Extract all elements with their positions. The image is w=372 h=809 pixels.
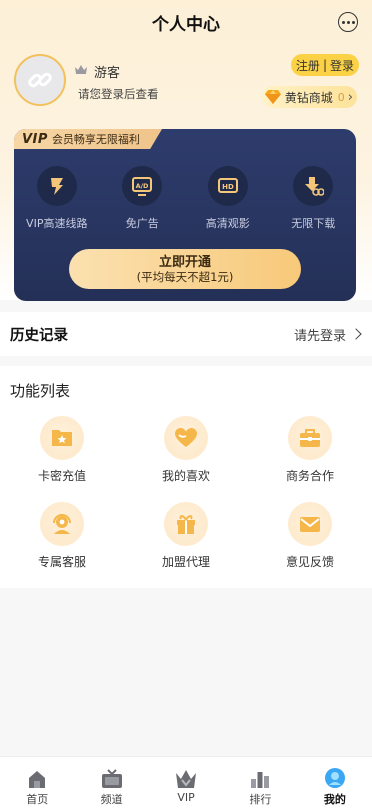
tab-label: VIP [177,791,195,804]
vip-feature-no-ads[interactable]: A/D 免广告 [100,166,186,231]
no-ads-icon: A/D [122,166,163,206]
function-item-label: 专属客服 [37,555,86,569]
tab-label: 排行 [249,793,272,806]
vip-crown-icon [174,765,198,789]
open-vip-button[interactable]: 立即开通 (平均每天不超1元) [69,249,301,289]
download-icon [293,166,334,206]
card-folder-icon [40,416,84,460]
vip-feature-label: 高清观影 [205,217,250,230]
gift-icon [164,502,208,546]
function-grid: 卡密充值 我的喜欢 商务合作 专属客服 加盟代理 意见反馈 [0,416,372,588]
open-vip-label: 立即开通 [158,254,211,270]
bottom-tab-bar: 首页 频道 VIP 排行 我的 [0,756,372,809]
tab-profile[interactable]: 我的 [298,757,372,809]
function-item-favorites[interactable]: 我的喜欢 [124,416,248,502]
function-item-label: 意见反馈 [285,555,334,569]
tab-vip[interactable]: VIP [149,757,223,809]
login-link[interactable]: 登录 [330,57,354,74]
function-item-business[interactable]: 商务合作 [248,416,372,502]
link-icon [28,72,52,88]
function-item-feedback[interactable]: 意见反馈 [248,502,372,588]
function-item-customer-service[interactable]: 专属客服 [0,502,124,588]
vip-feature-label: VIP高速线路 [26,217,88,230]
username: 游客 [94,66,121,81]
fast-line-icon [36,166,77,206]
function-item-label: 我的喜欢 [161,469,210,483]
vip-tag: VIP 会员畅享无限福利 [14,129,162,149]
chevron-right-icon [350,328,362,340]
vip-feature-fast-line[interactable]: VIP高速线路 [14,166,100,231]
auth-button[interactable]: 注册 | 登录 [290,54,359,76]
crown-icon [75,65,87,74]
tab-ranking[interactable]: 排行 [223,757,297,809]
tab-channel[interactable]: 频道 [74,757,148,809]
customer-service-icon [40,502,84,546]
avatar[interactable] [14,54,66,106]
shop-count: 0 [337,90,345,104]
function-item-label: 卡密充值 [37,469,86,483]
ranking-icon [248,765,272,789]
vip-feature-list: VIP高速线路 A/D 免广告 HD 高清观影 无限下载 [14,166,356,231]
history-link-label: 请先登录 [293,328,346,344]
function-item-label: 商务合作 [285,469,334,483]
function-item-franchise[interactable]: 加盟代理 [124,502,248,588]
svg-text:A/D: A/D [136,182,149,190]
tab-label: 首页 [26,793,49,806]
shop-label: 黄钻商城 [284,90,333,105]
tab-label: 频道 [100,793,123,806]
vip-feature-download[interactable]: 无限下载 [271,166,357,231]
vip-promo-card: VIP 会员畅享无限福利 VIP高速线路 A/D 免广告 HD 高清观影 无限下… [14,129,356,301]
vip-tag-text: 会员畅享无限福利 [51,133,140,146]
profile-icon [323,765,347,789]
tab-home[interactable]: 首页 [0,757,74,809]
function-list-section: 功能列表 卡密充值 我的喜欢 商务合作 专属客服 加盟代理 意见反馈 [0,366,372,588]
function-item-card-recharge[interactable]: 卡密充值 [0,416,124,502]
vip-logo: VIP [22,131,48,147]
vip-feature-label: 无限下载 [291,217,336,230]
home-icon [25,765,49,789]
heart-icon [164,416,208,460]
profile-section: 游客 请您登录后查看 注册 | 登录 黄钻商城 0 › [14,54,359,110]
function-item-label: 加盟代理 [161,555,210,569]
history-login-link[interactable]: 请先登录 [293,325,362,344]
vip-feature-label: 免广告 [125,217,159,230]
svg-text:HD: HD [222,183,234,191]
history-title: 历史记录 [10,327,68,344]
briefcase-icon [288,416,332,460]
tab-label: 我的 [323,793,346,806]
login-hint[interactable]: 请您登录后查看 [78,86,159,102]
page-title: 个人中心 [152,14,220,35]
history-section[interactable]: 历史记录 请先登录 [0,312,372,356]
yellow-diamond-shop-button[interactable]: 黄钻商城 0 › [261,86,357,108]
vip-feature-hd[interactable]: HD 高清观影 [185,166,271,231]
register-link[interactable]: 注册 [296,57,320,74]
more-options-icon[interactable] [338,12,358,32]
open-vip-sublabel: (平均每天不超1元) [136,269,234,284]
chevron-right-icon: › [347,89,353,105]
function-list-title: 功能列表 [10,382,71,400]
tv-icon [100,765,124,789]
envelope-icon [288,502,332,546]
hd-icon: HD [207,166,248,206]
auth-divider: | [322,58,327,72]
diamond-icon [264,90,281,104]
app-header: 个人中心 [0,0,372,44]
